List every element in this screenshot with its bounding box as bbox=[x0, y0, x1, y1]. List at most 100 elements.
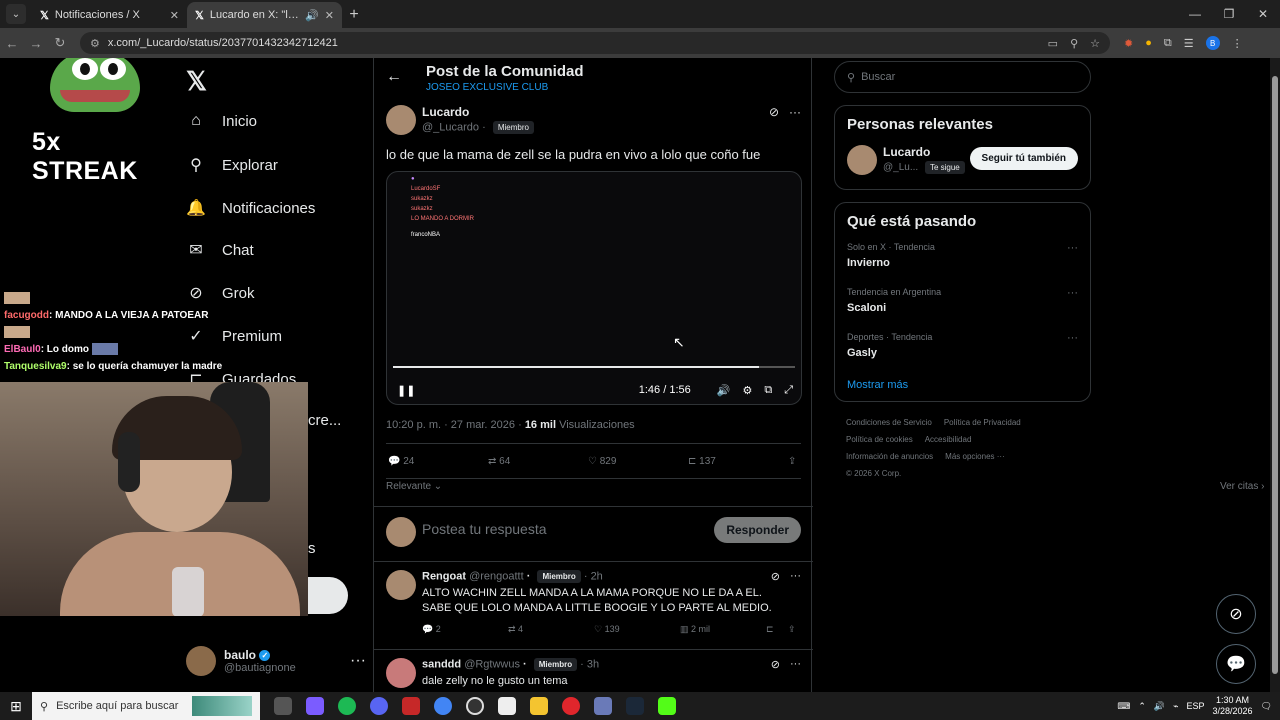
video-player[interactable]: ● LucardoSF sukazkz sukazkz LO MANDO A D… bbox=[386, 171, 802, 405]
chrome-icon[interactable] bbox=[434, 697, 452, 715]
more-icon[interactable]: ··· bbox=[350, 652, 366, 670]
speaker-icon[interactable]: 🔊 bbox=[305, 9, 319, 22]
steam-icon[interactable] bbox=[626, 697, 644, 715]
pip-icon[interactable]: ⧉ bbox=[764, 384, 772, 397]
extensions-puzzle-icon[interactable]: ⧉ bbox=[1164, 37, 1172, 50]
trend-item[interactable]: Solo en X · Tendencia Invierno ··· bbox=[847, 242, 1078, 287]
bookmark-icon[interactable]: ⊏ bbox=[766, 624, 788, 635]
sidebar-item-chat[interactable]: ✉ Chat bbox=[186, 240, 253, 260]
more-icon[interactable]: ··· bbox=[1067, 242, 1078, 254]
follow-button[interactable]: Seguir tú también bbox=[969, 147, 1078, 170]
new-tab-button[interactable]: + bbox=[342, 6, 366, 24]
language-indicator[interactable]: ESP bbox=[1187, 701, 1205, 711]
reply-button[interactable]: 💬 24 bbox=[388, 456, 488, 467]
reply-item[interactable]: Rengoat @rengoattt · Miembro · 2h ⊘ ··· A… bbox=[374, 562, 813, 650]
more-icon[interactable]: ··· bbox=[790, 658, 801, 671]
cast-icon[interactable]: ▭ bbox=[1048, 37, 1058, 50]
trend-item[interactable]: Deportes · Tendencia Gasly ··· bbox=[847, 332, 1078, 377]
footer-link[interactable]: Política de cookies bbox=[846, 435, 913, 444]
extension-icon[interactable]: ● bbox=[1145, 37, 1152, 49]
capcut-icon[interactable] bbox=[498, 697, 516, 715]
tab-search-button[interactable]: ⌄ bbox=[6, 4, 26, 24]
reply-submit-button[interactable]: Responder bbox=[714, 517, 801, 543]
footer-link[interactable]: Información de anuncios bbox=[846, 452, 933, 461]
taskbar-search[interactable]: ⚲ Escribe aquí para buscar bbox=[32, 692, 260, 720]
restore-button[interactable]: ❐ bbox=[1212, 0, 1246, 28]
footer-link[interactable]: Accesibilidad bbox=[925, 435, 972, 444]
scrollbar[interactable] bbox=[1270, 58, 1280, 692]
grok-icon[interactable]: ⊘ bbox=[771, 658, 780, 671]
menu-icon[interactable]: ⋮ bbox=[1232, 37, 1243, 50]
post-author-handle[interactable]: @_Lucardo bbox=[422, 121, 479, 133]
keyboard-icon[interactable]: ⌨ bbox=[1117, 701, 1130, 712]
show-more-link[interactable]: Mostrar más bbox=[847, 379, 1078, 391]
back-icon[interactable]: ← bbox=[0, 36, 24, 51]
like-button[interactable]: ♡ 829 bbox=[588, 456, 688, 467]
speaker-icon[interactable]: 🔊 bbox=[1154, 701, 1165, 712]
bookmark-button[interactable]: ⊏ 137 bbox=[688, 456, 788, 467]
file-explorer-icon[interactable] bbox=[530, 697, 548, 715]
forward-icon[interactable]: → bbox=[24, 36, 48, 51]
search-input[interactable]: ⚲ Buscar bbox=[834, 61, 1091, 93]
settings-icon[interactable]: ⚙ bbox=[742, 384, 752, 397]
app-icon[interactable] bbox=[594, 697, 612, 715]
repost-button[interactable]: ⇄ 64 bbox=[488, 456, 588, 467]
address-bar[interactable]: ⚙ x.com/_Lucardo/status/2037701432342712… bbox=[80, 32, 1110, 54]
zoom-icon[interactable]: ⚲ bbox=[1070, 37, 1078, 50]
video-progress-bar[interactable] bbox=[393, 366, 795, 368]
clock[interactable]: 1:30 AM 3/28/2026 bbox=[1213, 695, 1253, 717]
volume-icon[interactable]: 🔊 bbox=[717, 384, 731, 397]
more-icon[interactable]: ··· bbox=[1067, 332, 1078, 344]
chevron-up-icon[interactable]: ⌃ bbox=[1138, 701, 1146, 712]
network-icon[interactable]: ⌁ bbox=[1173, 701, 1178, 712]
account-switcher[interactable]: baulo ✓ @bautiagnone ··· bbox=[186, 646, 366, 676]
profile-avatar[interactable]: B bbox=[1205, 36, 1220, 50]
person-item[interactable]: Lucardo @_Lu... Te sigue Seguir tú tambi… bbox=[847, 145, 1078, 179]
avatar[interactable] bbox=[386, 570, 416, 600]
obs-icon[interactable] bbox=[466, 697, 484, 715]
footer-link[interactable]: Política de Privacidad bbox=[944, 418, 1021, 427]
share-icon[interactable]: ⇪ bbox=[788, 624, 796, 635]
fullscreen-icon[interactable]: ⤢ bbox=[784, 384, 793, 397]
tab-notifications[interactable]: 𝕏 Notificaciones / X ✕ bbox=[32, 2, 187, 28]
sidebar-item-notificaciones[interactable]: 🔔 Notificaciones bbox=[186, 198, 315, 218]
repost-button[interactable]: ⇄ 4 bbox=[508, 624, 594, 635]
windows-start-icon[interactable]: ⊞ bbox=[0, 698, 32, 715]
sort-dropdown[interactable]: Relevante ⌄ bbox=[386, 481, 442, 492]
reply-button[interactable]: 💬 2 bbox=[422, 624, 508, 635]
window-close-button[interactable]: ✕ bbox=[1246, 0, 1280, 28]
sidebar-item-explorar[interactable]: ⚲ Explorar bbox=[186, 155, 278, 175]
messages-fab-icon[interactable]: 💬 bbox=[1216, 644, 1256, 684]
grok-icon[interactable]: ⊘ bbox=[769, 105, 779, 119]
kick-icon[interactable] bbox=[658, 697, 676, 715]
avatar[interactable] bbox=[847, 145, 877, 175]
reply-item[interactable]: sanddd @Rgtwwus · Miembro · 3h ⊘ ··· dale… bbox=[374, 650, 813, 692]
close-icon[interactable]: ✕ bbox=[170, 9, 179, 22]
grok-icon[interactable]: ⊘ bbox=[771, 570, 780, 583]
more-icon[interactable]: ··· bbox=[790, 570, 801, 583]
more-icon[interactable]: ··· bbox=[1067, 287, 1078, 299]
discord-icon[interactable] bbox=[370, 697, 388, 715]
footer-link[interactable]: Condiciones de Servicio bbox=[846, 418, 932, 427]
community-link[interactable]: JOSEO EXCLUSIVE CLUB bbox=[426, 82, 548, 93]
trend-item[interactable]: Tendencia en Argentina Scaloni ··· bbox=[847, 287, 1078, 332]
share-icon[interactable]: ⇪ bbox=[788, 456, 796, 467]
post-author-name[interactable]: Lucardo bbox=[422, 105, 469, 119]
footer-link[interactable]: Más opciones ··· bbox=[945, 452, 1005, 461]
opera-icon[interactable] bbox=[562, 697, 580, 715]
back-arrow-icon[interactable]: ← bbox=[386, 68, 402, 86]
extension-icon[interactable]: ✹ bbox=[1124, 37, 1133, 50]
avatar[interactable] bbox=[386, 658, 416, 688]
close-icon[interactable]: ✕ bbox=[325, 9, 334, 22]
minimize-button[interactable]: — bbox=[1178, 0, 1212, 28]
reading-list-icon[interactable]: ☰ bbox=[1184, 37, 1194, 50]
reply-input[interactable]: Postea tu respuesta bbox=[422, 521, 547, 537]
bookmark-star-icon[interactable]: ☆ bbox=[1090, 37, 1100, 50]
reload-icon[interactable]: ↻ bbox=[48, 35, 72, 51]
avatar[interactable] bbox=[386, 105, 416, 135]
copilot-icon[interactable] bbox=[306, 697, 324, 715]
views-button[interactable]: ▥ 2 mil bbox=[680, 624, 766, 635]
grok-fab-icon[interactable]: ⊘ bbox=[1216, 594, 1256, 634]
spotify-icon[interactable] bbox=[338, 697, 356, 715]
task-view-icon[interactable] bbox=[274, 697, 292, 715]
